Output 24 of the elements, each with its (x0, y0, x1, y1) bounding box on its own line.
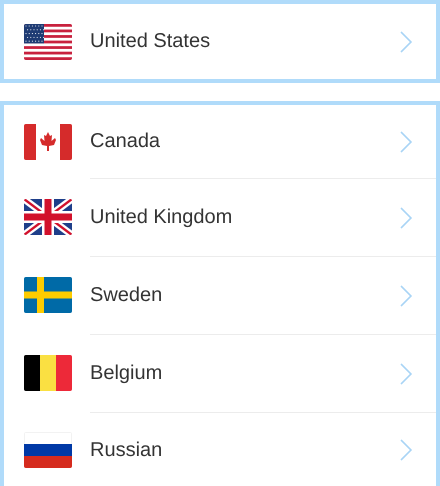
country-name: Belgium (90, 362, 162, 385)
flag-icon (24, 432, 72, 468)
country-row[interactable]: United Kingdom (4, 178, 436, 256)
country-name: Canada (90, 130, 160, 153)
country-name: Russian (90, 438, 162, 462)
flag-icon (24, 355, 72, 391)
flag-icon (24, 277, 72, 313)
country-row[interactable]: United States (4, 4, 436, 79)
country-row[interactable]: Canada (4, 105, 436, 178)
country-row[interactable]: Belgium (4, 334, 436, 412)
country-name: United States (90, 30, 210, 53)
flag-icon (24, 24, 72, 60)
chevron-icon (400, 362, 412, 384)
chevron-icon (400, 130, 412, 152)
chevron-icon (400, 284, 412, 306)
country-name: Sweden (90, 284, 162, 307)
flag-icon (24, 124, 72, 160)
chevron-icon (400, 206, 412, 228)
country-name: United Kingdom (90, 206, 232, 229)
chevron-icon (400, 439, 412, 461)
flag-icon (24, 199, 72, 235)
country-row[interactable]: Sweden (4, 256, 436, 334)
chevron-icon (400, 30, 412, 52)
country-row[interactable]: Russian (4, 412, 436, 486)
